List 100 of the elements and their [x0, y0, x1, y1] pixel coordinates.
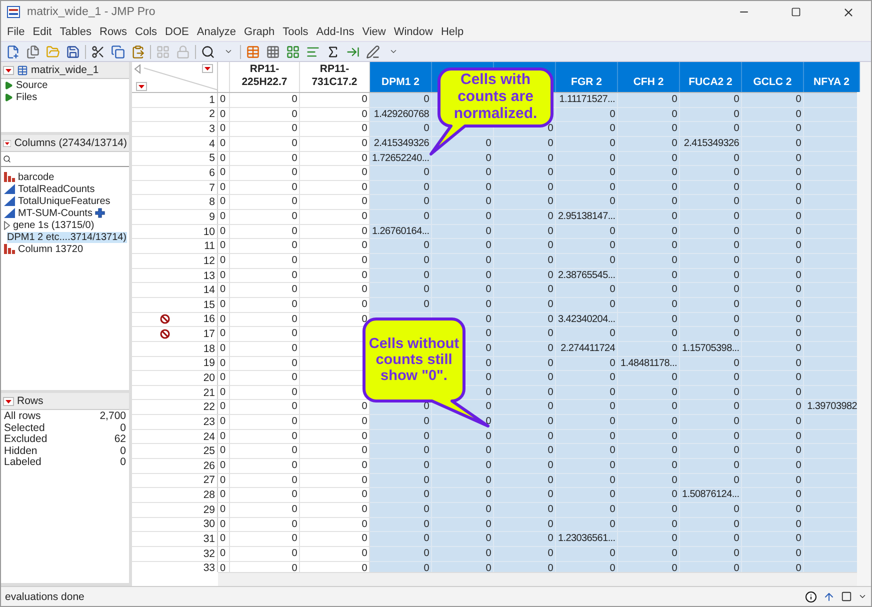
column-header[interactable]: FGR 2 [556, 62, 618, 92]
menu-item[interactable]: Cols [131, 26, 162, 38]
search-icon[interactable] [201, 44, 215, 58]
row-header[interactable]: 27 [132, 474, 218, 488]
dropdown-icon[interactable] [136, 82, 147, 91]
table-cell: 0 [556, 224, 618, 240]
row-header[interactable]: 17 [132, 327, 218, 342]
row-header[interactable]: 11 [132, 239, 218, 254]
row-header[interactable]: 28 [132, 488, 218, 503]
menu-item[interactable]: File [3, 26, 29, 38]
column-header[interactable]: FUCA2 2 [680, 62, 742, 92]
menu-item[interactable]: Window [390, 26, 437, 38]
table-cell: 0 [300, 400, 370, 416]
row-header[interactable]: 3 [132, 122, 218, 137]
menu-item[interactable]: Add-Ins [312, 26, 358, 38]
row-header[interactable]: 30 [132, 518, 218, 532]
panel-title: Columns (27434/13714) [14, 137, 127, 149]
row-header[interactable]: 15 [132, 298, 218, 313]
row-header[interactable]: 10 [132, 224, 218, 240]
row-header[interactable]: 12 [132, 254, 218, 269]
row-header[interactable]: 31 [132, 532, 218, 547]
sigma-icon[interactable] [326, 44, 340, 58]
row-header[interactable]: 32 [132, 546, 218, 562]
row-header[interactable]: 19 [132, 356, 218, 372]
caret-icon[interactable] [858, 592, 867, 601]
menu-item[interactable]: View [358, 26, 390, 38]
row-header[interactable]: 7 [132, 180, 218, 196]
column-header[interactable]: CFH 2 [618, 62, 680, 92]
column-header[interactable]: DPM1 2 [370, 62, 432, 92]
row-header[interactable]: 1 [132, 93, 218, 108]
files-icon[interactable] [26, 44, 40, 58]
row-header[interactable]: 24 [132, 430, 218, 444]
row-header[interactable]: 25 [132, 444, 218, 460]
row-header[interactable]: 18 [132, 342, 218, 357]
menu-item[interactable]: Edit [28, 26, 56, 38]
column-header[interactable]: NFYA 2 [804, 62, 860, 92]
expand-icon[interactable] [4, 220, 10, 230]
table-cell: 0 [218, 342, 230, 357]
table-cell: 0 [494, 312, 556, 328]
row-header[interactable]: 33 [132, 562, 218, 572]
caret-icon[interactable] [388, 47, 398, 56]
row-header[interactable]: 13 [132, 268, 218, 284]
row-header[interactable]: 20 [132, 371, 218, 386]
row-header[interactable]: 21 [132, 386, 218, 400]
column-item[interactable]: gene 1s (13715/0) [13, 220, 94, 230]
table-cell: 0 [300, 254, 370, 269]
row-header[interactable]: 22 [132, 400, 218, 416]
caret-icon[interactable] [224, 47, 232, 56]
horizontal-scrollbar[interactable] [218, 572, 857, 586]
arrow-icon[interactable] [346, 44, 360, 58]
menu-item[interactable]: DOE [161, 26, 193, 38]
copy-icon[interactable] [111, 44, 125, 58]
script-item[interactable]: Files [16, 92, 38, 102]
table-cell: 0 [618, 474, 680, 488]
script-item[interactable]: Source [16, 80, 48, 90]
menu-item[interactable]: Analyze [192, 26, 240, 38]
row-header[interactable]: 16 [132, 312, 218, 328]
column-header[interactable]: GCLC 2 [742, 62, 804, 92]
menu-item[interactable]: Help [436, 26, 468, 38]
column-item[interactable]: Column 13720 [18, 244, 84, 254]
column-item[interactable]: MT-SUM-Counts [18, 208, 92, 218]
row-header[interactable]: 14 [132, 283, 218, 298]
table-icon[interactable] [246, 44, 260, 58]
menu-item[interactable]: Graph [240, 26, 279, 38]
column-item[interactable]: TotalReadCounts [18, 184, 95, 194]
row-header[interactable]: 8 [132, 195, 218, 210]
align-icon[interactable] [306, 44, 320, 58]
row-header[interactable]: 26 [132, 459, 218, 474]
row-header[interactable]: 4 [132, 136, 218, 152]
info-icon[interactable] [805, 590, 817, 602]
menu-item[interactable]: Tools [278, 26, 312, 38]
status-text: evaluations done [5, 590, 86, 602]
menu-item[interactable]: Tables [56, 26, 96, 38]
row-header[interactable]: 9 [132, 210, 218, 225]
row-header[interactable]: 29 [132, 502, 218, 518]
table-cell: 0 [494, 502, 556, 518]
new-file-icon[interactable] [6, 44, 20, 58]
dropdown-icon[interactable] [3, 138, 12, 148]
grid-icon[interactable] [286, 44, 300, 58]
grid-icon[interactable] [266, 44, 280, 58]
row-header[interactable]: 2 [132, 108, 218, 122]
save-icon[interactable] [66, 44, 80, 58]
row-header[interactable]: 6 [132, 166, 218, 181]
column-item[interactable]: barcode [18, 172, 54, 182]
pen-icon[interactable] [366, 44, 380, 58]
close-icon[interactable] [842, 6, 854, 18]
up-arrow-icon[interactable] [823, 590, 835, 602]
row-header[interactable]: 5 [132, 152, 218, 166]
column-item[interactable]: DPM1 2 etc....3714/13714) [7, 232, 127, 242]
maximize-icon[interactable] [791, 7, 801, 17]
paste-icon[interactable] [131, 44, 145, 58]
cut-icon[interactable] [91, 44, 105, 58]
dropdown-icon[interactable] [3, 396, 14, 406]
dropdown-icon[interactable] [3, 66, 14, 74]
dropdown-icon[interactable] [202, 64, 213, 73]
row-header[interactable]: 23 [132, 415, 218, 430]
square-icon[interactable] [841, 591, 852, 602]
column-item[interactable]: TotalUniqueFeatures [18, 196, 110, 206]
vertical-scrollbar[interactable] [857, 62, 871, 586]
menu-item[interactable]: Rows [96, 26, 132, 38]
